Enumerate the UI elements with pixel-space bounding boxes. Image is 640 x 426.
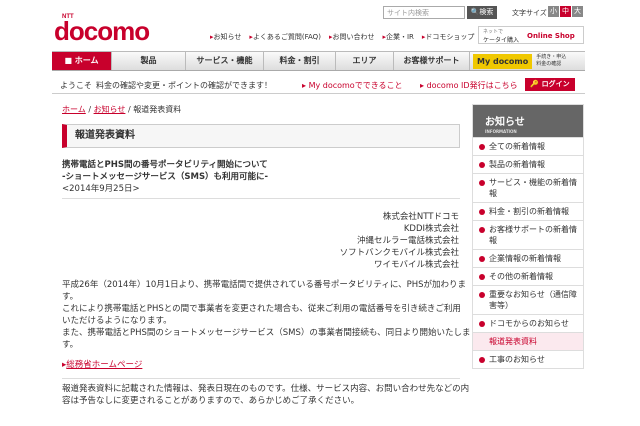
search-button[interactable]: 🔍検索 — [467, 6, 497, 19]
font-size-medium[interactable]: 中 — [560, 6, 571, 17]
breadcrumb-news[interactable]: お知らせ — [94, 105, 126, 114]
sidebar-item-support[interactable]: お客様サポートの新着情報 — [473, 220, 583, 249]
my-docomo-bar: ようこそ 料金の確認や変更・ポイントの確認ができます！ ▸ My docomoで… — [52, 75, 585, 94]
company-4: ソフトバンクモバイル株式会社 — [339, 248, 459, 258]
top-link-faq[interactable]: ▸よくあるご質問(FAQ) — [249, 32, 321, 42]
company-2: KDDI株式会社 — [403, 224, 459, 234]
sidebar-item-pricing[interactable]: 料金・割引の新着情報 — [473, 202, 583, 220]
nav-pricing[interactable]: 料金・割引 — [264, 52, 336, 70]
company-1: 株式会社NTTドコモ — [382, 212, 459, 222]
login-button[interactable]: 🔑 ログイン — [525, 78, 575, 91]
note-line-2: 容は予告なしに変更されることがありますので、あらかじめご了承ください。 — [62, 396, 360, 406]
top-link-shop[interactable]: ▸ドコモショップ — [422, 32, 475, 42]
top-link-contact[interactable]: ▸お問い合わせ — [329, 32, 375, 42]
nav-products[interactable]: 製品 — [112, 52, 186, 70]
breadcrumb: ホーム / お知らせ / 報道発表資料 — [62, 105, 182, 114]
article-date: <2014年9月25日> — [62, 184, 140, 194]
sidebar-item-other[interactable]: その他の新着情報 — [473, 267, 583, 285]
home-icon: ■ — [64, 56, 72, 65]
sidebar-item-products[interactable]: 製品の新着情報 — [473, 155, 583, 173]
paragraph-2: これにより携帯電話とPHSとの間で事業者を変更された場合も、従来ご利用の電話番号… — [62, 304, 461, 314]
sidebar-item-docomo-notice[interactable]: ドコモからのお知らせ — [473, 314, 583, 332]
paragraph-3: また、携帯電話とPHS間のショートメッセージサービス（SMS）の事業者間接続も、… — [62, 328, 471, 338]
welcome-message: 料金の確認や変更・ポイントの確認ができます！ — [96, 81, 272, 90]
top-links: ▸お知らせ ▸よくあるご質問(FAQ) ▸お問い合わせ ▸企業・IR ▸ドコモシ… — [210, 32, 474, 42]
paragraph-2b: いただけるようになります。 — [62, 316, 172, 326]
paragraph-1: 平成26年（2014年）10月1日より、携帯電話間で提供されている番号ポータビリ… — [62, 280, 467, 290]
sidebar-item-corporate[interactable]: 企業情報の新着情報 — [473, 249, 583, 267]
my-docomo-link[interactable]: ▸ My docomoでできること — [302, 80, 403, 91]
nav-my-docomo[interactable]: My docomo 手続き・申込 料金の確認 — [470, 52, 585, 70]
font-size-large[interactable]: 大 — [572, 6, 583, 17]
nav-support[interactable]: お客様サポート — [394, 52, 470, 70]
company-3: 沖縄セルラー電話株式会社 — [356, 236, 459, 246]
paragraph-3b: す。 — [62, 340, 79, 350]
sidebar-item-important[interactable]: 重要なお知らせ（通信障害等） — [473, 285, 583, 314]
note-line-1: 報道発表資料に記載された情報は、発表日現在のものです。仕様、サービス内容、お問い… — [62, 384, 470, 394]
article-subheadline: -ショートメッセージサービス（SMS）も利用可能に- — [62, 172, 269, 182]
divider — [62, 378, 460, 379]
breadcrumb-home[interactable]: ホーム — [62, 105, 86, 114]
docomo-logo[interactable]: docomo — [54, 16, 150, 47]
sidebar-item-all-news[interactable]: 全ての新着情報 — [473, 137, 583, 155]
sidebar-item-press-release[interactable]: 報道発表資料 — [473, 332, 583, 350]
nav-home[interactable]: ■ ホーム — [52, 52, 112, 70]
sidebar: お知らせ INFORMATION 全ての新着情報 製品の新着情報 サービス・機能… — [472, 104, 584, 369]
company-5: ワイモバイル株式会社 — [373, 260, 459, 270]
sidebar-item-services[interactable]: サービス・機能の新着情報 — [473, 173, 583, 202]
font-size-small[interactable]: 小 — [548, 6, 559, 17]
online-shop-logo: Online Shop — [527, 32, 575, 40]
article-headline: 携帯電話とPHS間の番号ポータビリティ開始について — [62, 160, 268, 170]
online-shop-banner[interactable]: ネットで ケータイ購入 Online Shop — [478, 26, 584, 44]
top-link-ir[interactable]: ▸企業・IR — [382, 32, 413, 42]
font-size-label: 文字サイズ — [512, 9, 547, 17]
nav-services[interactable]: サービス・機能 — [186, 52, 264, 70]
top-link-news[interactable]: ▸お知らせ — [210, 32, 241, 42]
mic-link[interactable]: ▸総務省ホームページ — [62, 360, 142, 372]
sidebar-item-construction[interactable]: 工事のお知らせ — [473, 350, 583, 368]
breadcrumb-current: 報道発表資料 — [133, 105, 182, 114]
page-title: 報道発表資料 — [62, 124, 460, 148]
nav-area[interactable]: エリア — [336, 52, 394, 70]
paragraph-1b: す。 — [62, 292, 79, 302]
key-icon: 🔑 — [530, 80, 540, 88]
welcome-label: ようこそ — [60, 81, 92, 90]
global-nav: ■ ホーム 製品 サービス・機能 料金・割引 エリア お客様サポート My do… — [52, 51, 585, 71]
docomo-id-link[interactable]: ▸ docomo ID発行はこちら — [420, 80, 518, 91]
search-input[interactable]: サイト内検索 — [383, 6, 465, 19]
sidebar-header: お知らせ INFORMATION — [473, 105, 583, 137]
divider — [62, 198, 460, 199]
